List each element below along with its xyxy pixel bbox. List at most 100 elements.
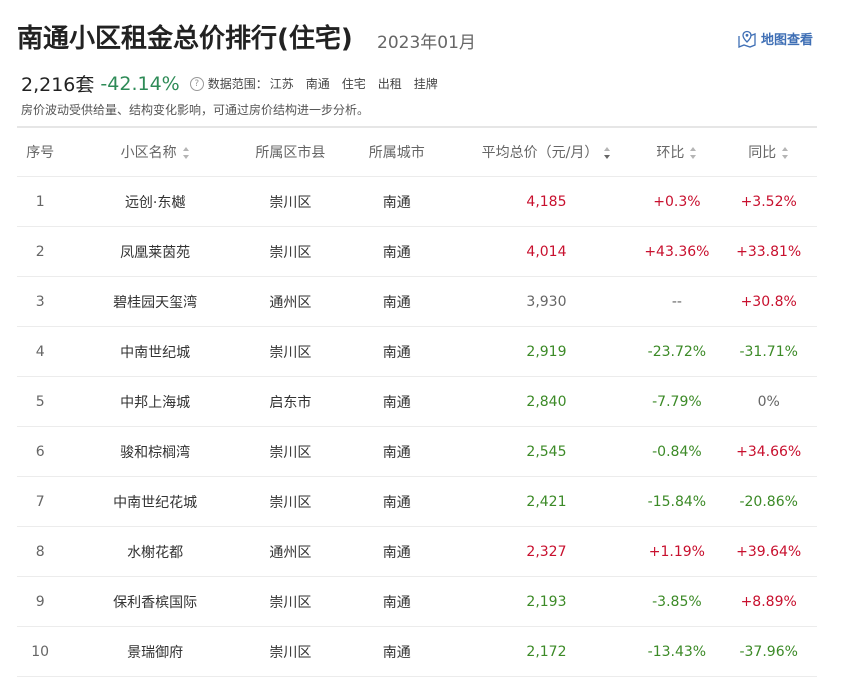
help-icon[interactable]: ? <box>189 76 204 91</box>
mom-cell: +0.3% <box>653 193 701 210</box>
ranking-table: 序号 小区名称 所属区市县 所属城市 平均总价（元/月） 环比 同比 1 远创·东… <box>17 126 817 677</box>
table-row[interactable]: 1 远创·东樾 崇川区 南通 4,185 +0.3% +3.52% <box>17 177 817 227</box>
scope-item-source: 挂牌 <box>413 77 438 91</box>
page-title: 南通小区租金总价排行(住宅) <box>17 24 353 54</box>
price-cell: 2,919 <box>526 343 567 360</box>
column-price[interactable]: 平均总价（元/月） <box>460 142 634 162</box>
table-row[interactable]: 7 中南世纪花城 崇川区 南通 2,421 -15.84% -20.86% <box>17 477 817 527</box>
sort-icon[interactable] <box>182 147 190 159</box>
table-header: 序号 小区名称 所属区市县 所属城市 平均总价（元/月） 环比 同比 <box>17 128 817 177</box>
table-row[interactable]: 10 景瑞御府 崇川区 南通 2,172 -13.43% -37.96% <box>17 627 817 677</box>
scope-item-province: 江苏 <box>269 77 294 91</box>
name-cell[interactable]: 中南世纪城 <box>63 342 247 362</box>
price-cell: 4,185 <box>526 193 567 210</box>
price-cell: 2,327 <box>526 543 567 560</box>
city-cell: 南通 <box>382 194 411 211</box>
rank-cell: 2 <box>35 243 45 260</box>
mom-cell: -0.84% <box>652 443 702 460</box>
sort-icon[interactable] <box>782 147 789 159</box>
name-cell[interactable]: 碧桂园天玺湾 <box>63 292 247 312</box>
column-rank: 序号 <box>26 145 55 161</box>
table-row[interactable]: 6 骏和棕榈湾 崇川区 南通 2,545 -0.84% +34.66% <box>17 427 817 477</box>
column-district: 所属区市县 <box>255 145 326 161</box>
column-mom-label: 环比 <box>656 145 685 161</box>
change-percent: -42.14% <box>100 72 180 95</box>
column-price-label: 平均总价（元/月） <box>481 145 599 161</box>
rank-cell: 10 <box>31 643 50 660</box>
district-cell: 崇川区 <box>269 244 312 261</box>
district-cell: 启东市 <box>269 394 312 411</box>
name-cell[interactable]: 远创·东樾 <box>63 192 247 212</box>
city-cell: 南通 <box>382 444 411 461</box>
district-cell: 通州区 <box>269 294 312 311</box>
city-cell: 南通 <box>382 494 411 511</box>
city-cell: 南通 <box>382 544 411 561</box>
yoy-cell: +3.52% <box>740 193 797 210</box>
column-name-label: 小区名称 <box>120 145 177 161</box>
district-cell: 崇川区 <box>269 194 312 211</box>
table-row[interactable]: 4 中南世纪城 崇川区 南通 2,919 -23.72% -31.71% <box>17 327 817 377</box>
mom-cell: -7.79% <box>652 393 702 410</box>
name-cell[interactable]: 凤凰莱茵苑 <box>63 242 247 262</box>
table-row[interactable]: 5 中邦上海城 启东市 南通 2,840 -7.79% 0% <box>17 377 817 427</box>
mom-cell: -3.85% <box>652 593 702 610</box>
rank-cell: 6 <box>35 443 45 460</box>
column-yoy[interactable]: 同比 <box>720 142 817 162</box>
city-cell: 南通 <box>382 394 411 411</box>
sort-icon[interactable] <box>690 147 697 159</box>
district-cell: 崇川区 <box>269 444 312 461</box>
yoy-cell: +8.89% <box>740 593 797 610</box>
name-cell[interactable]: 水榭花都 <box>63 542 247 562</box>
rank-cell: 1 <box>35 193 45 210</box>
map-view-label: 地图查看 <box>761 33 814 48</box>
table-row[interactable]: 8 水榭花都 通州区 南通 2,327 +1.19% +39.64% <box>17 527 817 577</box>
mom-cell: +43.36% <box>644 243 710 260</box>
rank-cell: 7 <box>35 493 45 510</box>
mom-cell: +1.19% <box>648 543 705 560</box>
name-cell[interactable]: 中邦上海城 <box>63 392 247 412</box>
rank-cell: 4 <box>35 343 45 360</box>
scope-label: 数据范围： <box>207 77 268 91</box>
table-row[interactable]: 3 碧桂园天玺湾 通州区 南通 3,930 -- +30.8% <box>17 277 817 327</box>
name-cell[interactable]: 骏和棕榈湾 <box>63 442 247 462</box>
district-cell: 通州区 <box>269 544 312 561</box>
city-cell: 南通 <box>382 244 411 261</box>
name-cell[interactable]: 景瑞御府 <box>63 642 247 662</box>
column-name[interactable]: 小区名称 <box>63 142 247 162</box>
district-cell: 崇川区 <box>269 644 312 661</box>
city-cell: 南通 <box>382 344 411 361</box>
price-cell: 2,545 <box>526 443 567 460</box>
yoy-cell: +34.66% <box>736 443 802 460</box>
sort-icon[interactable] <box>604 147 611 159</box>
city-cell: 南通 <box>382 644 411 661</box>
table-row[interactable]: 9 保利香槟国际 崇川区 南通 2,193 -3.85% +8.89% <box>17 577 817 627</box>
price-cell: 3,930 <box>526 293 567 310</box>
scope-item-city: 南通 <box>305 77 330 91</box>
district-cell: 崇川区 <box>269 494 312 511</box>
map-view-link[interactable]: 地图查看 <box>737 29 813 48</box>
scope-item-deal: 出租 <box>377 77 402 91</box>
column-mom[interactable]: 环比 <box>633 142 720 162</box>
price-cell: 2,840 <box>526 393 567 410</box>
district-cell: 崇川区 <box>269 344 312 361</box>
mom-cell: -23.72% <box>647 343 707 360</box>
scope-item-type: 住宅 <box>341 77 366 91</box>
map-pin-icon <box>738 30 756 48</box>
table-row[interactable]: 2 凤凰莱茵苑 崇川区 南通 4,014 +43.36% +33.81% <box>17 227 817 277</box>
yoy-cell: +39.64% <box>736 543 802 560</box>
table-body: 1 远创·东樾 崇川区 南通 4,185 +0.3% +3.52% 2 凤凰莱茵苑 崇川区 南通 4,… <box>17 177 817 677</box>
name-cell[interactable]: 保利香槟国际 <box>63 592 247 612</box>
name-cell[interactable]: 中南世纪花城 <box>63 492 247 512</box>
yoy-cell: -37.96% <box>739 643 798 660</box>
price-cell: 2,421 <box>526 493 567 510</box>
yoy-cell: +33.81% <box>736 243 802 260</box>
district-cell: 崇川区 <box>269 594 312 611</box>
yoy-cell: -20.86% <box>739 493 798 510</box>
yoy-cell: -31.71% <box>739 343 798 360</box>
mom-cell: -- <box>671 293 682 310</box>
city-cell: 南通 <box>382 594 411 611</box>
mom-cell: -15.84% <box>647 493 707 510</box>
mom-cell: -13.43% <box>647 643 707 660</box>
yoy-cell: 0% <box>757 393 780 410</box>
rank-cell: 5 <box>35 393 45 410</box>
